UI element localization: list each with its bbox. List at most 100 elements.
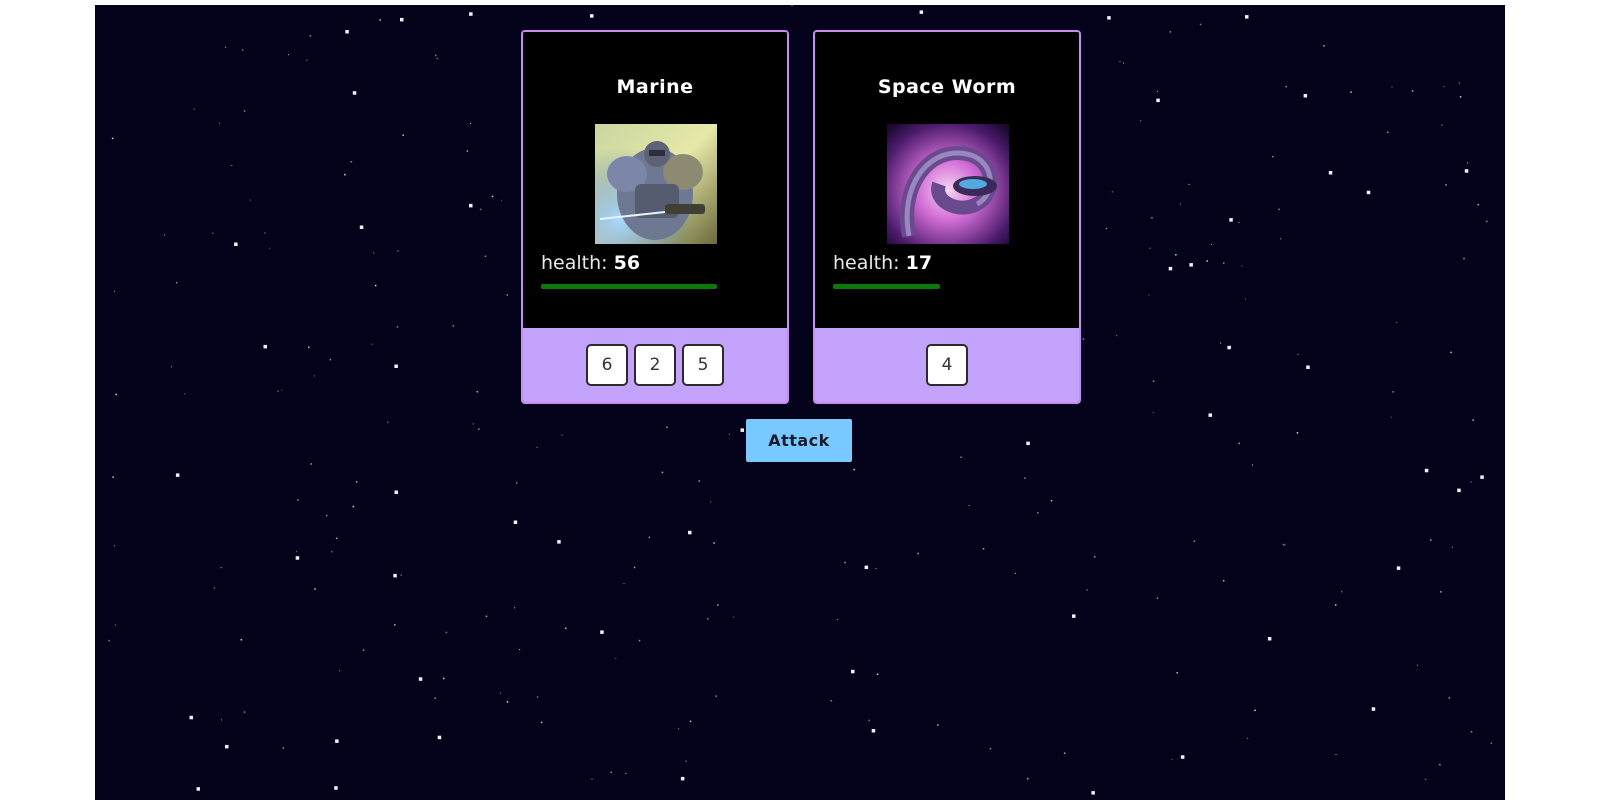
star [1111,191,1113,193]
star [1457,488,1461,493]
star [1156,98,1160,103]
star [308,346,310,349]
star [1222,580,1225,582]
star [1156,90,1158,92]
star [661,471,664,474]
star [111,137,114,140]
star [633,566,636,569]
star [163,234,165,236]
star [1063,752,1066,754]
star [231,165,233,166]
die[interactable]: 6 [586,344,628,386]
star [871,729,876,733]
star [264,232,266,234]
star [329,358,332,361]
star [1472,419,1474,421]
star [196,787,200,791]
star [1443,86,1445,88]
star [1303,94,1308,98]
star [1223,262,1225,264]
star [220,567,222,569]
star [234,242,238,246]
star [717,604,719,606]
star [373,252,375,254]
star [1245,15,1249,19]
star [371,343,373,345]
star [189,715,193,720]
star [1241,265,1243,267]
star [536,696,539,698]
star [1140,120,1142,122]
star [1169,31,1172,33]
star [707,618,709,620]
star [600,630,604,634]
star [313,375,315,377]
star [1229,218,1233,222]
star [1335,604,1337,606]
star [1254,709,1256,712]
star [344,173,346,176]
armored-marine-portrait-icon [595,124,717,244]
star [500,199,502,201]
dice-tray: 4 [815,328,1079,402]
star [335,537,338,540]
star [1390,416,1392,418]
star [1296,432,1299,434]
star [310,463,312,465]
character-card-marine[interactable]: Marine health: 56 6 2 5 [521,30,789,404]
star [225,744,229,749]
star [1171,758,1173,760]
star [288,54,289,56]
star [314,588,316,590]
star [1199,23,1202,26]
star [1050,499,1053,502]
star [1176,672,1178,674]
star [565,627,567,630]
star [114,545,115,547]
star [297,499,299,501]
star [335,739,339,743]
star [1477,203,1480,206]
star [937,724,939,726]
star [1247,737,1249,739]
star [1026,441,1030,446]
star [1193,540,1196,542]
star [561,434,563,436]
star [1252,464,1253,466]
star [437,735,442,740]
star [1152,411,1154,413]
die[interactable]: 2 [634,344,676,386]
star [868,719,870,722]
star [445,631,448,634]
star [680,776,685,781]
star [1119,61,1121,62]
health-label: health: [541,252,608,274]
star [1208,413,1212,417]
star [281,389,283,391]
star [296,551,297,553]
star [114,290,116,292]
star [1014,572,1016,574]
star [309,35,312,37]
star [1180,755,1185,759]
health-value: 17 [905,252,933,274]
attack-button[interactable]: Attack [746,419,852,462]
star [1151,217,1153,219]
star [1206,260,1208,262]
star [499,692,501,694]
star [710,501,712,503]
star [1148,294,1150,296]
star [476,391,479,393]
star [1024,477,1026,479]
star [485,615,488,618]
star [1341,591,1343,593]
die[interactable]: 5 [682,344,724,386]
star [352,91,357,95]
star [837,619,839,620]
character-card-space-worm[interactable]: Space Worm health: 17 4 [813,30,1081,404]
star [240,639,243,641]
star [688,530,692,535]
star [1391,86,1393,88]
star [1082,338,1085,340]
die[interactable]: 4 [926,344,968,386]
